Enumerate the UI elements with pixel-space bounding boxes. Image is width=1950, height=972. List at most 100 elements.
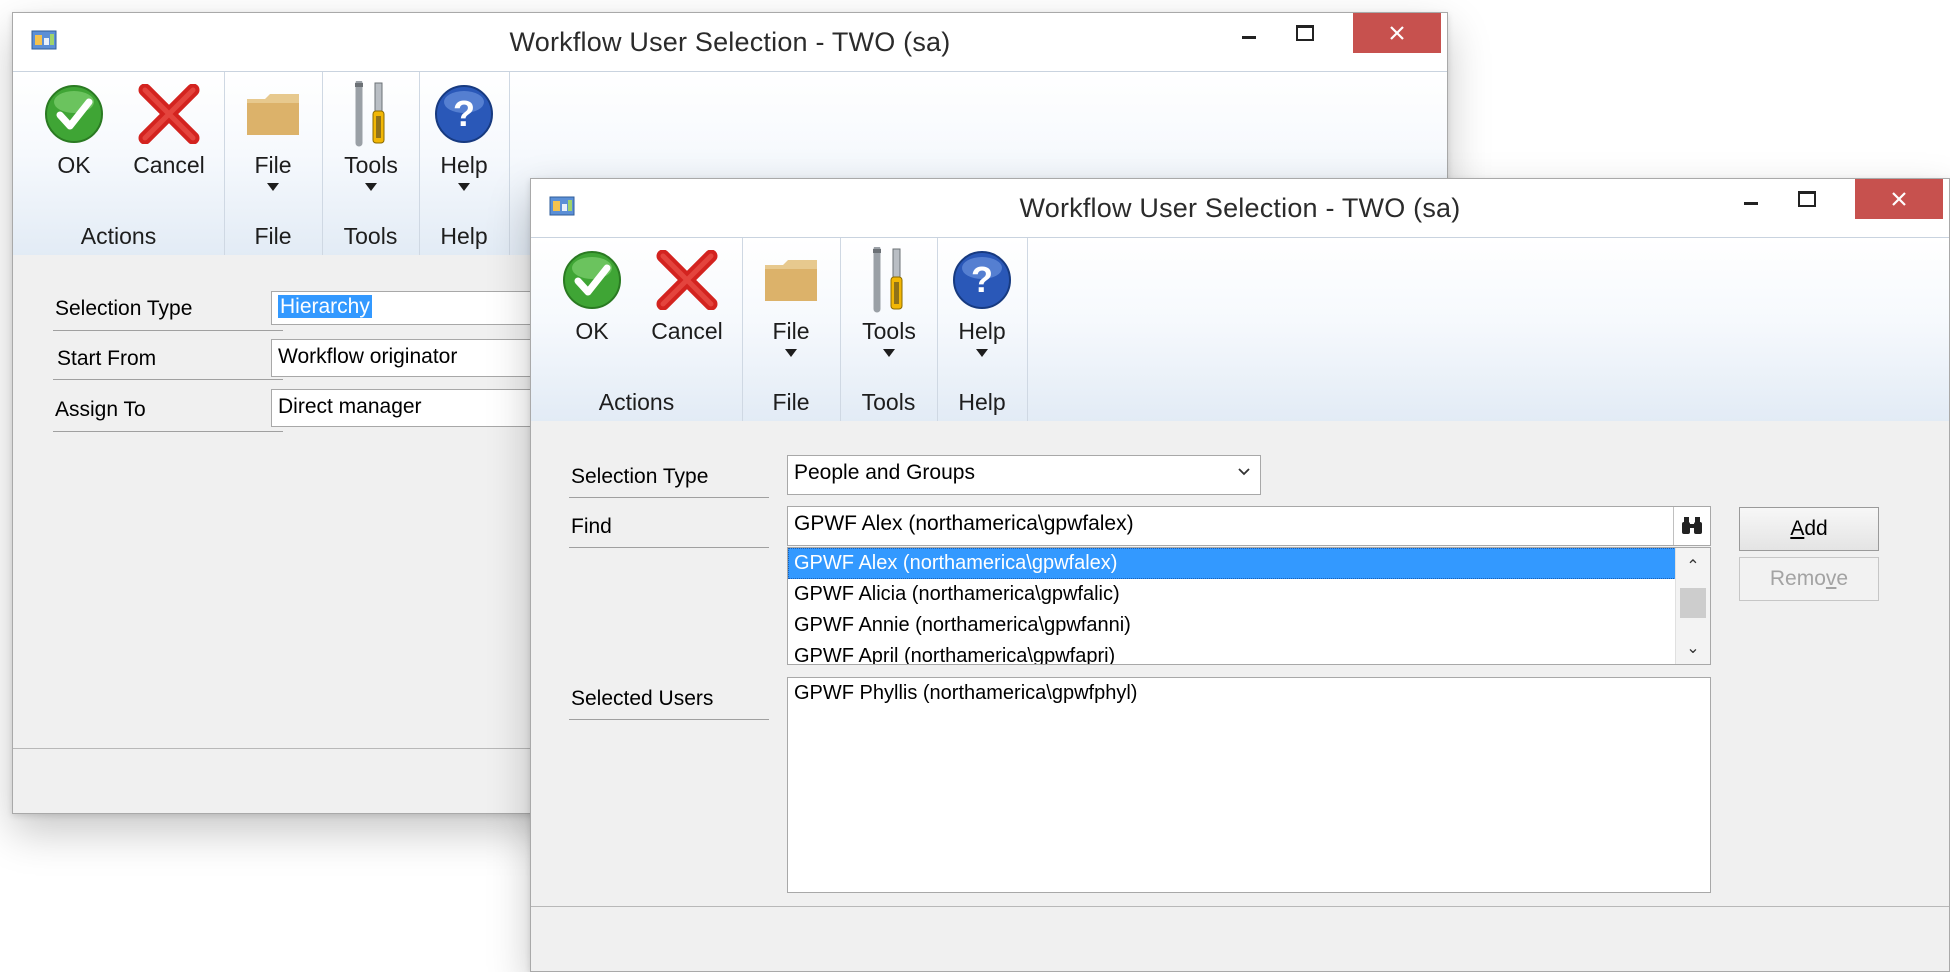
scroll-up-icon[interactable]: ⌃ [1676,552,1710,580]
selected-users-list[interactable]: GPWF Phyllis (northamerica\gpwfphyl) [787,677,1711,893]
tools-menu-button[interactable]: Tools [332,80,410,191]
file-label: File [772,318,810,344]
close-button[interactable] [1855,179,1943,219]
close-icon [1390,26,1404,40]
group-label-tools: Tools [861,389,916,415]
add-label: dd [1804,517,1828,540]
add-accel: A [1790,517,1805,540]
chevron-down-icon [883,349,895,357]
cancel-button[interactable]: Cancel [129,80,209,179]
ribbon-group-file: File File [224,72,323,256]
vertical-scrollbar[interactable]: ⌃ ⌄ [1675,548,1710,664]
assign-to-label: Assign To [55,398,146,421]
file-menu-button[interactable]: File [236,80,310,191]
minimize-button[interactable] [1723,179,1779,219]
remove-label-pre: Remo [1769,567,1826,590]
help-label: Help [958,318,1006,344]
chevron-down-icon [976,349,988,357]
find-results-list[interactable]: GPWF Alex (northamerica\gpwfalex) GPWF A… [787,547,1711,665]
cancel-label: Cancel [651,318,723,344]
ribbon-group-help: ? Help Help [937,238,1028,422]
selection-type-dropdown[interactable]: People and Groups [787,455,1261,495]
group-label-file: File [772,389,810,415]
start-from-label: Start From [57,347,157,370]
remove-button[interactable]: Remove [1739,557,1879,601]
ribbon-group-tools: Tools Tools [322,72,420,256]
selection-type-label: Selection Type [55,297,193,320]
divider [53,431,283,432]
maximize-button[interactable] [1779,179,1835,219]
front-window: Workflow User Selection - TWO (sa) OK Ca… [530,178,1950,972]
tools-icon [355,81,385,147]
divider [569,497,769,498]
ribbon-group-help: ? Help Help [419,72,510,256]
help-icon: ? [953,251,1011,309]
file-label: File [254,152,292,178]
chevron-down-icon [785,349,797,357]
help-menu-button[interactable]: ? Help [429,80,499,191]
help-menu-button[interactable]: ? Help [947,246,1017,357]
minimize-icon [1242,35,1256,39]
start-from-value: Workflow originator [278,345,458,368]
list-item[interactable]: GPWF Phyllis (northamerica\gpwfphyl) [788,678,1710,709]
form-body: Selection Type People and Groups Find GP… [531,421,1949,971]
divider [569,719,769,720]
cancel-button[interactable]: Cancel [647,246,727,345]
list-item[interactable]: GPWF April (northamerica\gpwfapri) [788,641,1710,664]
title-bar: Workflow User Selection - TWO (sa) [531,179,1949,237]
add-button[interactable]: Add [1739,507,1879,551]
maximize-button[interactable] [1277,13,1333,53]
chevron-down-icon [365,183,377,191]
help-icon: ? [435,85,493,143]
list-item[interactable]: GPWF Alex (northamerica\gpwfalex) [788,548,1676,579]
ribbon-group-tools: Tools Tools [840,238,938,422]
group-label-tools: Tools [343,223,398,249]
find-input[interactable]: GPWF Alex (northamerica\gpwfalex) [787,506,1711,546]
chevron-down-icon [458,183,470,191]
close-icon [1892,192,1906,206]
divider [53,379,283,380]
maximize-icon [1798,191,1816,207]
svg-text:?: ? [453,93,475,134]
find-label: Find [571,515,612,538]
ok-button[interactable]: OK [561,246,623,345]
ok-check-icon [45,85,103,143]
tools-label: Tools [862,318,916,344]
ok-button[interactable]: OK [43,80,105,179]
remove-accel: v [1825,567,1837,590]
group-label-actions: Actions [598,389,675,415]
ribbon-group-actions: OK Cancel Actions [13,72,225,256]
selection-type-value: People and Groups [794,461,975,484]
remove-label-post: e [1836,567,1849,590]
ok-check-icon [563,251,621,309]
list-item[interactable]: GPWF Alicia (northamerica\gpwfalic) [788,579,1710,610]
group-label-file: File [254,223,292,249]
close-button[interactable] [1353,13,1441,53]
scroll-down-icon[interactable]: ⌄ [1676,634,1710,662]
file-menu-button[interactable]: File [754,246,828,357]
binoculars-icon [1682,517,1702,534]
chevron-down-icon [267,183,279,191]
tools-menu-button[interactable]: Tools [850,246,928,357]
assign-to-value: Direct manager [278,395,422,418]
group-label-actions: Actions [80,223,157,249]
maximize-icon [1296,25,1314,41]
ribbon: OK Cancel Actions File File Tools Tools … [531,237,1949,423]
dropdown-arrow-icon [1238,468,1250,476]
group-label-help: Help [958,389,1006,415]
title-bar: Workflow User Selection - TWO (sa) [13,13,1447,71]
tools-label: Tools [344,152,398,178]
ribbon-group-actions: OK Cancel Actions [531,238,743,422]
list-item[interactable]: GPWF Annie (northamerica\gpwfanni) [788,610,1710,641]
scroll-thumb[interactable] [1680,588,1706,618]
lookup-button[interactable] [1673,507,1710,545]
cancel-x-icon [138,84,200,144]
cancel-x-icon [656,250,718,310]
ok-label: OK [575,318,609,344]
selected-users-label: Selected Users [571,687,714,710]
minimize-icon [1744,201,1758,205]
selection-type-value: Hierarchy [278,295,372,318]
svg-text:?: ? [971,259,993,300]
help-label: Help [440,152,488,178]
minimize-button[interactable] [1221,13,1277,53]
